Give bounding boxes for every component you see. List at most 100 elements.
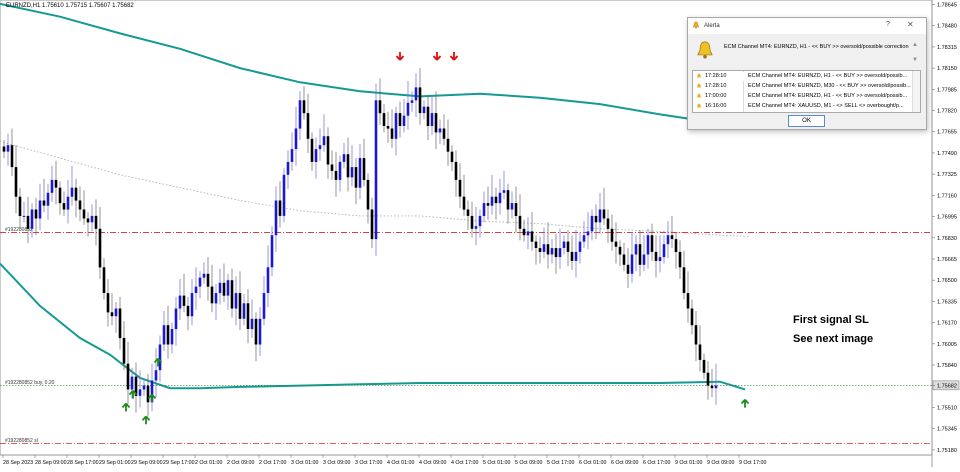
candle-body [286,161,290,175]
help-button[interactable]: ? [886,21,890,28]
candle-body [678,251,682,268]
list-item[interactable]: 17:28:10 ECM Channel MT4: EURNZD, M30 - … [693,82,912,91]
time-tick-label: 29 Sep 09:00 [131,460,163,466]
candle-body [530,231,534,242]
candle-body [598,209,602,223]
buy-arrow-icon [121,402,131,412]
alert-history-list[interactable]: 17:28:10 ECM Channel MT4: EURNZD, H1 - <… [692,70,921,113]
candle-body [322,136,326,146]
list-scrollbar[interactable] [912,71,920,112]
time-tick-label: 5 Oct 09:00 [515,460,542,466]
candle-body [210,286,214,304]
candle-body [646,235,650,255]
candle-body [198,277,202,287]
candle-body [378,100,382,114]
time-tick-label: 2 Oct 17:00 [259,460,286,466]
candle-body [106,293,110,313]
time-tick-label: 6 Oct 01:00 [579,460,606,466]
candle-body [498,192,502,204]
list-item[interactable]: 17:00:00 ECM Channel MT4: EURNZD, H1 - <… [693,92,912,101]
time-tick-label: 9 Oct 01:00 [675,460,702,466]
candle-body [314,149,318,162]
candle-body [422,106,426,114]
time-tick-label: 4 Oct 01:00 [387,460,414,466]
price-tick-label: 1.75510 [937,405,957,411]
candle-body [446,138,450,152]
price-tick-label: 1.77325 [937,172,957,178]
time-tick-label: 6 Oct 17:00 [643,460,670,466]
time-tick-label: 29 Sep 01:00 [99,460,131,466]
candle-body [46,192,50,206]
candle-body [274,200,278,236]
candle-body [642,254,646,265]
price-tick-label: 1.75180 [937,448,957,454]
candle-body [394,113,398,139]
candle-body [290,149,294,162]
candle-body [58,187,62,204]
candle-body [54,179,58,188]
ma-lower-line [0,262,746,391]
candle-body [306,113,310,139]
price-tick-label: 1.76665 [937,257,957,263]
candle-body [554,248,558,258]
candle-body [166,325,170,345]
candle-body [118,308,122,339]
candle-body [714,385,718,389]
list-item[interactable]: 16:16:00 ECM Channel MT4: XAUUSD, M1 - <… [693,102,912,111]
candle-body [154,370,158,381]
price-tick-label: 1.78315 [937,45,957,51]
time-tick-label: 4 Oct 09:00 [419,460,446,466]
candle-body [326,136,330,165]
time-tick-label: 3 Oct 01:00 [291,460,318,466]
candle-body [470,215,474,229]
candle-body [262,293,266,319]
row-time: 17:00:00 [705,93,727,99]
candle-body [294,128,298,150]
candle-body [650,235,654,252]
time-tick-label: 2 Oct 01:00 [195,460,222,466]
candle-body [334,170,338,180]
list-item[interactable]: 17:28:10 ECM Channel MT4: EURNZD, H1 - <… [693,72,912,81]
price-tick-label: 1.76995 [937,215,957,221]
candle-body [26,215,30,229]
annotation-see-next: See next image [793,333,874,345]
candle-body [94,215,98,229]
ok-button[interactable]: OK [788,115,825,127]
candle-body [2,146,6,152]
candle-body [506,190,510,210]
candle-body [126,363,130,390]
candle-body [402,115,406,126]
candle-body [98,228,102,268]
bell-icon [696,103,702,108]
candle-body [494,196,498,204]
candle-body [606,218,610,229]
candle-body [478,215,482,227]
close-button[interactable]: ✕ [907,20,914,29]
candle-body [234,293,238,309]
buy-arrow-icon [141,415,151,425]
time-tick-label: 4 Oct 17:00 [451,460,478,466]
candle-body [462,196,466,210]
bell-icon [697,41,713,59]
candle-body [638,244,642,265]
candle-body [538,248,542,252]
time-tick-label: 3 Oct 17:00 [355,460,382,466]
alert-title-bar[interactable]: Alerta ? ✕ [688,18,926,34]
chart-symbol-header: EURNZD,H1 1.75610 1.75715 1.75607 1.7568… [6,3,134,9]
price-tick-label: 1.75345 [937,427,957,433]
candle-body [690,308,694,326]
price-tick-label: 1.75682 [937,383,957,389]
scroll-up-icon[interactable]: ▲ [912,42,918,48]
candle-body [386,126,390,129]
candle-body [250,318,254,330]
candle-body [138,389,142,396]
candle-body [178,295,182,309]
candle-body [682,267,686,293]
scroll-down-icon[interactable]: ▼ [912,57,918,63]
candle-body [222,282,226,296]
alert-message: ECM Channel MT4: EURNZD, H1 - << BUY >> … [724,44,909,50]
candle-body [346,154,350,178]
candle-body [582,235,586,242]
candle-body [254,318,258,345]
time-tick-label: 3 Oct 09:00 [323,460,350,466]
